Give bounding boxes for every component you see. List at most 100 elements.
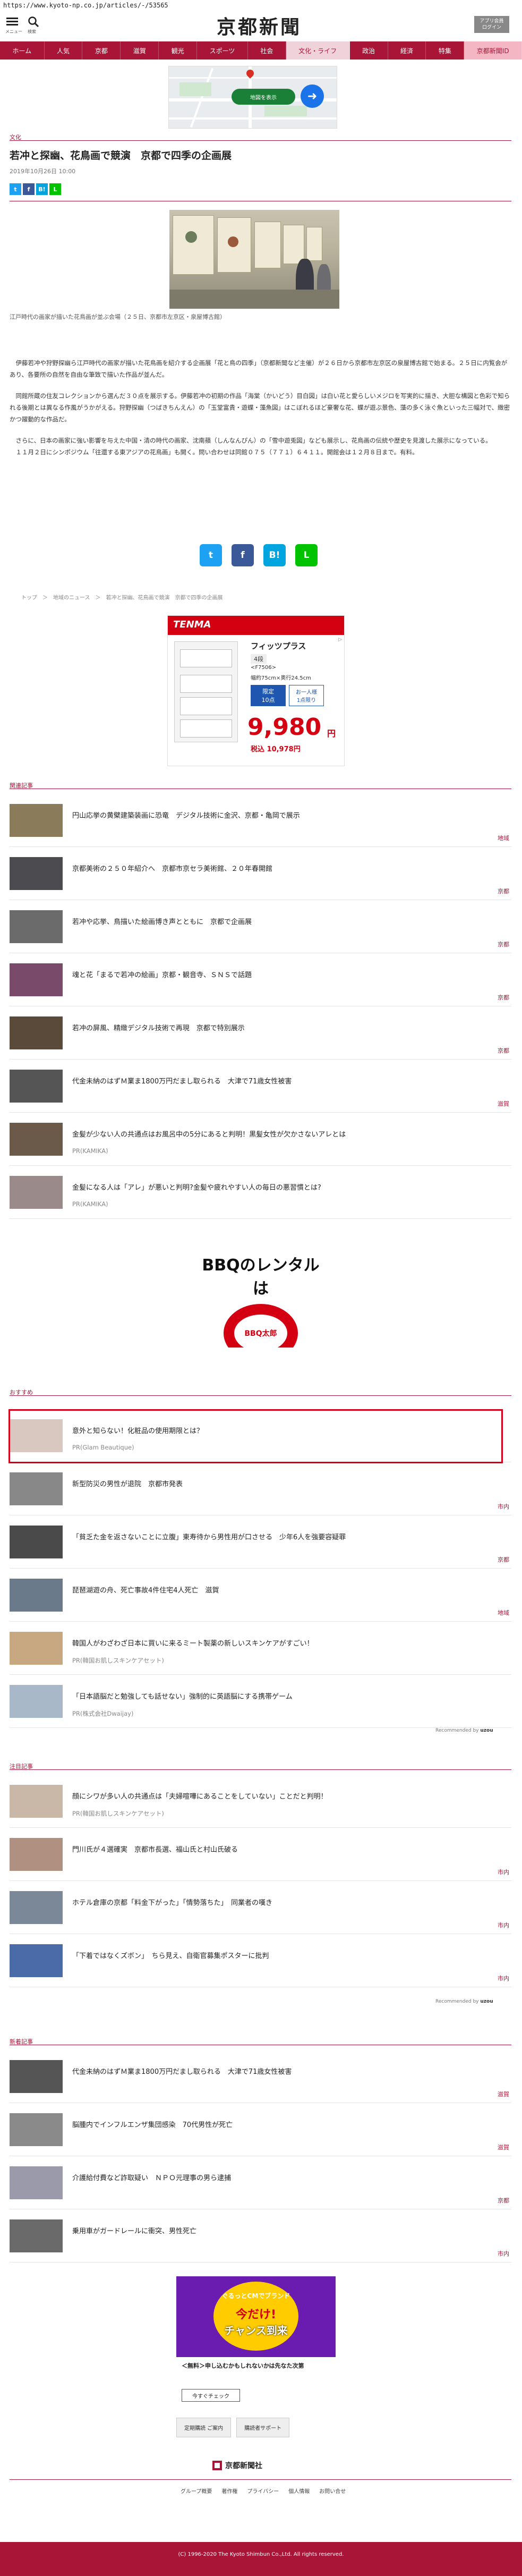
nav-item[interactable]: 滋賀 xyxy=(121,41,159,60)
category-label[interactable]: 市内 xyxy=(498,1974,509,1982)
list-item[interactable]: ホテル倉庫の京都「料金下がった」「情勢落ちた」 同業者の嘆き市内 xyxy=(10,1881,511,1934)
list-item[interactable]: 若冲や応挙、鳥描いた絵画博き声とともに 京都で企画展京都 xyxy=(10,900,511,953)
list-item-title[interactable]: 魂と花「まるで若冲の絵画」京都・観音寺、ＳＮＳで話題 xyxy=(72,969,497,979)
list-item-title[interactable]: 代金未納のはずＭ業ま1800万円だまし取られる 大津で71歳女性被害 xyxy=(72,2066,497,2076)
thumbnail-image[interactable] xyxy=(10,1579,63,1612)
list-item[interactable]: 脳腫内でインフルエンザ集団感染 70代男性が死亡 滋賀 xyxy=(10,2103,511,2156)
category-label[interactable]: 滋賀 xyxy=(498,2143,509,2151)
nav-item[interactable]: 人気 xyxy=(45,41,83,60)
list-item-title[interactable]: 介護給付費など詐取疑い ＮＰＯ元理事の男ら逮捕 xyxy=(72,2172,497,2182)
category-label[interactable]: 滋賀 xyxy=(498,1099,509,1108)
site-logo[interactable]: 京都新聞 xyxy=(217,12,302,39)
list-item[interactable]: 顔にシワが多い人の共通点は「夫婦喧嘩にあることをしていない」ことだと判明！ PR(… xyxy=(10,1775,511,1828)
footer-link[interactable]: グループ概要 xyxy=(181,2487,212,2495)
nav-item[interactable]: ホーム xyxy=(0,41,45,60)
category-label[interactable]: 滋賀 xyxy=(498,2090,509,2098)
list-item-title[interactable]: 金髪が少ない人の共通点はお風呂中の5分にあると判明！黒髪女性が欠かさないアレとは xyxy=(72,1129,497,1139)
list-item-title[interactable]: ホテル倉庫の京都「料金下がった」「情勢落ちた」 同業者の嘆き xyxy=(72,1897,497,1907)
list-item[interactable]: 「下着ではなくズボン」 ちら見え、自衛官募集ポスターに批判市内 xyxy=(10,1934,511,1987)
list-item[interactable]: 代金未納のはずＭ業ま1800万円だまし取られる 大津で71歳女性被害滋賀 xyxy=(10,2050,511,2103)
list-item-title[interactable]: 琵琶湖遊の舟、死亡事故4件住宅4人死亡 滋賀 xyxy=(72,1584,497,1595)
thumbnail-image[interactable] xyxy=(10,1785,63,1818)
nav-item[interactable]: 観光 xyxy=(159,41,198,60)
thumbnail-image[interactable] xyxy=(10,1070,63,1103)
thumbnail-image[interactable] xyxy=(10,1526,63,1558)
search-icon[interactable] xyxy=(28,16,39,28)
list-item[interactable]: 代金未納のはずＭ業ま1800万円だまし取られる 大津で71歳女性被害滋賀 xyxy=(10,1060,511,1113)
thumbnail-image[interactable] xyxy=(10,2166,63,2199)
category-label[interactable]: 地域 xyxy=(498,834,509,842)
ad-banner-tenma[interactable]: TENMA フィッツプラス 4段 <F7506> 幅約75cm×奥行24.5cm… xyxy=(167,615,345,766)
list-item-title[interactable]: 「下着ではなくズボン」 ちら見え、自衛官募集ポスターに批判 xyxy=(72,1950,497,1960)
list-item-title[interactable]: 韓国人がわざわざ日本に買いに来るミート製薬の新しいスキンケアがすごい！ xyxy=(72,1638,497,1648)
thumbnail-image[interactable] xyxy=(10,910,63,943)
thumbnail-image[interactable] xyxy=(10,1685,63,1718)
category-label[interactable]: 市内 xyxy=(498,1502,509,1511)
category-label[interactable]: 京都 xyxy=(498,940,509,948)
list-item[interactable]: 金髪になる人は「アレ」が悪いと判明?金髪や疲れやすい人の毎日の悪習慣とは? PR(… xyxy=(10,1166,511,1219)
thumbnail-image[interactable] xyxy=(10,1632,63,1665)
thumbnail-image[interactable] xyxy=(10,1838,63,1871)
article-photo[interactable] xyxy=(169,210,339,309)
list-item[interactable]: 円山応挙の黄檗建築装画に恐竜 デジタル技術に金沢、京都・亀岡で展示地域 xyxy=(10,794,511,847)
nav-item[interactable]: 文化・ライフ xyxy=(286,41,350,60)
nav-item[interactable]: 京都新聞ID xyxy=(464,41,522,60)
list-item-title[interactable]: 顔にシワが多い人の共通点は「夫婦喧嘩にあることをしていない」ことだと判明！ xyxy=(72,1791,497,1801)
subscriber-support-button[interactable]: 購読者サポート xyxy=(236,2418,290,2437)
category-label[interactable]: 京都 xyxy=(498,1555,509,1564)
footer-link[interactable]: お問い合せ xyxy=(319,2487,346,2495)
show-map-button[interactable]: 地図を表示 xyxy=(232,89,295,105)
nav-item[interactable]: 特集 xyxy=(426,41,465,60)
footer-logo[interactable]: 京都新聞社 xyxy=(212,2460,262,2471)
ad-choices-icon[interactable]: ▷ xyxy=(338,637,342,642)
line-share-icon[interactable]: L xyxy=(49,183,61,195)
ad-banner-bottom[interactable]: ぐるっとCMでブランド 今だけ! チャンス到来 ＜無料＞申し込むかもしれないかは… xyxy=(176,2276,336,2409)
list-item-title[interactable]: 乗用車がガードレールに衝突、男性死亡 xyxy=(72,2225,497,2235)
nav-item[interactable]: 経済 xyxy=(388,41,426,60)
recommended-by[interactable]: Recommended by uzou xyxy=(435,1999,493,2004)
list-item[interactable]: 乗用車がガードレールに衝突、男性死亡市内 xyxy=(10,2209,511,2263)
line-share-icon[interactable]: L xyxy=(295,544,318,566)
map-embed[interactable]: 地図を表示 ➜ xyxy=(168,66,337,129)
thumbnail-image[interactable] xyxy=(10,2219,63,2252)
category-label[interactable]: 京都 xyxy=(498,993,509,1002)
thumbnail-image[interactable] xyxy=(10,2060,63,2093)
thumbnail-image[interactable] xyxy=(10,857,63,890)
nav-item[interactable]: スポーツ xyxy=(197,41,248,60)
category-label[interactable]: 市内 xyxy=(498,1921,509,1929)
list-item-title[interactable]: 若冲や応挙、鳥描いた絵画博き声とともに 京都で企画展 xyxy=(72,916,497,926)
hatena-share-icon[interactable]: B! xyxy=(263,544,286,566)
list-item[interactable]: 若冲の屏風、精緻デジタル技術で再現 京都で特別展示 京都 xyxy=(10,1006,511,1060)
list-item-title[interactable]: 金髪になる人は「アレ」が悪いと判明?金髪や疲れやすい人の毎日の悪習慣とは? xyxy=(72,1182,497,1192)
thumbnail-image[interactable] xyxy=(10,2113,63,2146)
list-item[interactable]: 京都美術の２５０年紹介へ 京都市京セラ美術館、２０年春開館 京都 xyxy=(10,847,511,900)
category-label[interactable]: 市内 xyxy=(498,2249,509,2258)
list-item[interactable]: 「貧乏た金を返さないことに立腹」東寿待から男性用が口させる 少年6人を強要容疑罪… xyxy=(10,1515,511,1569)
thumbnail-image[interactable] xyxy=(10,1944,63,1977)
list-item[interactable]: 魂と花「まるで若冲の絵画」京都・観音寺、ＳＮＳで話題京都 xyxy=(10,953,511,1006)
list-item-title[interactable]: 京都美術の２５０年紹介へ 京都市京セラ美術館、２０年春開館 xyxy=(72,863,497,873)
list-item-title[interactable]: 「貧乏た金を返さないことに立腹」東寿待から男性用が口させる 少年6人を強要容疑罪 xyxy=(72,1531,497,1541)
list-item-title[interactable]: 代金未納のはずＭ業ま1800万円だまし取られる 大津で71歳女性被害 xyxy=(72,1075,497,1086)
thumbnail-image[interactable] xyxy=(10,1891,63,1924)
thumbnail-image[interactable] xyxy=(10,804,63,837)
facebook-share-icon[interactable]: f xyxy=(232,544,254,566)
thumbnail-image[interactable] xyxy=(10,1016,63,1049)
list-item-title[interactable]: 門川氏が４選確実 京都市長選、福山氏と村山氏破る xyxy=(72,1844,497,1854)
facebook-share-icon[interactable]: f xyxy=(23,183,35,195)
list-item-title[interactable]: 「日本語脳だと勉強しても話せない」強制的に英語脳にする携帯ゲーム xyxy=(72,1691,497,1701)
thumbnail-image[interactable] xyxy=(10,963,63,996)
list-item[interactable]: 介護給付費など詐取疑い ＮＰＯ元理事の男ら逮捕 京都 xyxy=(10,2156,511,2209)
list-item-title[interactable]: 新型防災の男性が退院 京都市発表 xyxy=(72,1478,497,1488)
category-label[interactable]: 市内 xyxy=(498,1868,509,1876)
list-item-title[interactable]: 円山応挙の黄檗建築装画に恐竜 デジタル技術に金沢、京都・亀岡で展示 xyxy=(72,810,497,820)
hatena-share-icon[interactable]: B! xyxy=(36,183,48,195)
footer-link[interactable]: 著作権 xyxy=(221,2487,237,2495)
thumbnail-image[interactable] xyxy=(10,1123,63,1156)
list-item-title[interactable]: 若冲の屏風、精緻デジタル技術で再現 京都で特別展示 xyxy=(72,1022,497,1032)
recommended-by[interactable]: Recommended by uzou xyxy=(435,1728,493,1733)
nav-item[interactable]: 政治 xyxy=(350,41,388,60)
list-item[interactable]: 「日本語脳だと勉強しても話せない」強制的に英語脳にする携帯ゲーム PR(株式会社D… xyxy=(10,1675,511,1728)
app-member-login-button[interactable]: アプリ会員 ログイン xyxy=(474,16,509,33)
address-bar[interactable]: https://www.kyoto-np.co.jp/articles/-/53… xyxy=(0,0,522,12)
